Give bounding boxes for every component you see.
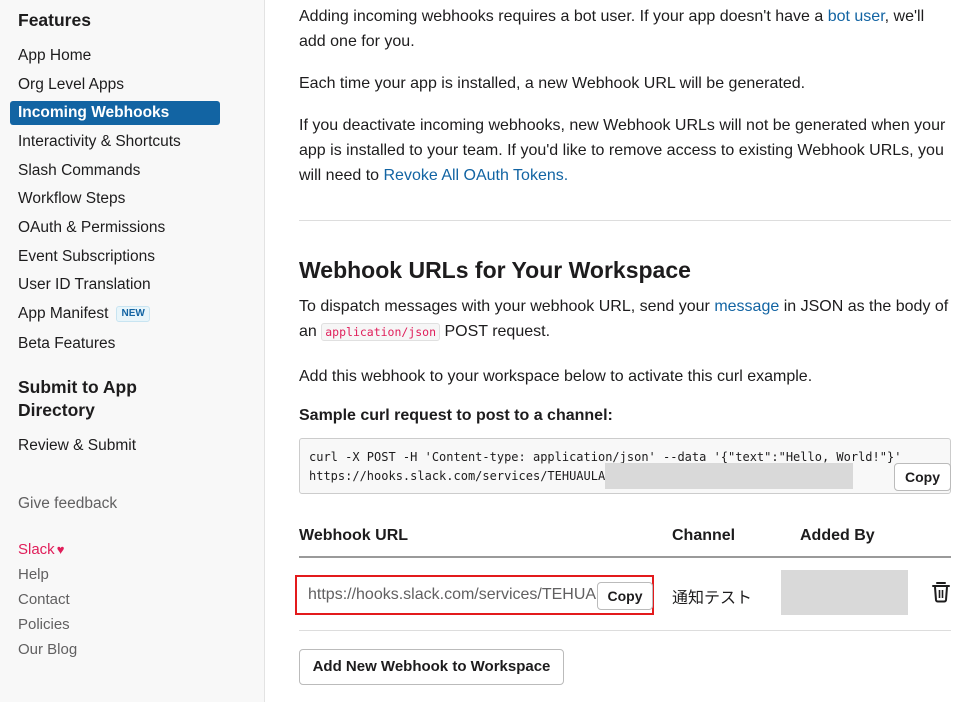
revoke-tokens-link[interactable]: Revoke All OAuth Tokens. (384, 167, 569, 184)
section-title: Webhook URLs for Your Workspace (299, 257, 691, 283)
sidebar-item-org-level-apps[interactable]: Org Level Apps (18, 75, 124, 95)
curl-line-2: https://hooks.slack.com/services/TEHUAUL… (309, 469, 620, 483)
activate-paragraph: Add this webhook to your workspace below… (299, 368, 813, 385)
sidebar-item-incoming-webhooks[interactable]: Incoming Webhooks (10, 101, 220, 125)
curl-code-block: curl -X POST -H 'Content-type: applicati… (299, 438, 951, 494)
sidebar-item-user-id-translation[interactable]: User ID Translation (18, 275, 151, 295)
intro-paragraph-bot-user: Adding incoming webhooks requires a bot … (299, 4, 951, 54)
sidebar-item-oauth[interactable]: OAuth & Permissions (18, 218, 165, 238)
slack-link[interactable]: Slack ♥ (18, 541, 64, 558)
trash-icon[interactable] (931, 580, 951, 604)
sample-curl-label: Sample curl request to post to a channel… (299, 407, 613, 424)
copy-curl-button[interactable]: Copy (894, 463, 951, 491)
features-heading: Features (18, 10, 91, 30)
sidebar-item-workflow-steps[interactable]: Workflow Steps (18, 189, 125, 209)
sidebar-item-interactivity[interactable]: Interactivity & Shortcuts (18, 132, 181, 152)
channel-cell: 通知テスト (672, 588, 753, 607)
intro-text: Adding incoming webhooks requires a bot … (299, 8, 828, 25)
dispatch-paragraph: To dispatch messages with your webhook U… (299, 294, 951, 345)
table-header-line (299, 556, 951, 558)
webhook-url-field[interactable]: https://hooks.slack.com/services/TEHUAUL… (295, 575, 654, 615)
intro-paragraph-new-url: Each time your app is installed, a new W… (299, 75, 806, 92)
sidebar-item-app-home[interactable]: App Home (18, 46, 91, 66)
message-link[interactable]: message (714, 298, 779, 315)
sidebar-item-review-submit[interactable]: Review & Submit (18, 436, 136, 456)
col-header-channel: Channel (672, 527, 736, 544)
sidebar-item-beta-features[interactable]: Beta Features (18, 334, 115, 354)
submit-heading: Submit to App Directory (18, 376, 137, 422)
sidebar: Features App Home Org Level Apps Incomin… (0, 0, 265, 702)
added-by-redacted (781, 570, 908, 615)
col-header-webhook-url: Webhook URL (299, 527, 409, 544)
curl-line-1: curl -X POST -H 'Content-type: applicati… (309, 450, 902, 464)
add-new-webhook-button[interactable]: Add New Webhook to Workspace (299, 649, 564, 685)
slack-label: Slack (18, 541, 55, 558)
contact-link[interactable]: Contact (18, 591, 70, 608)
intro-paragraph-deactivate: If you deactivate incoming webhooks, new… (299, 113, 951, 188)
heart-icon: ♥ (56, 542, 65, 557)
new-badge: NEW (116, 306, 150, 322)
submit-heading-line1: Submit to App (18, 377, 137, 397)
dispatch-text: To dispatch messages with your webhook U… (299, 298, 715, 315)
col-header-added-by: Added By (800, 527, 875, 544)
inline-code: application/json (321, 323, 441, 341)
sidebar-item-app-manifest[interactable]: App Manifest NEW (18, 304, 150, 324)
help-link[interactable]: Help (18, 566, 49, 583)
sidebar-item-event-subscriptions[interactable]: Event Subscriptions (18, 247, 155, 267)
copy-webhook-url-button[interactable]: Copy (597, 582, 653, 610)
webhook-url-text[interactable]: https://hooks.slack.com/services/TEHUAUL… (308, 586, 596, 604)
redacted-url-block (605, 463, 853, 489)
submit-heading-line2: Directory (18, 400, 95, 420)
dispatch-text-3: POST request. (440, 323, 551, 340)
give-feedback-link[interactable]: Give feedback (18, 495, 117, 513)
policies-link[interactable]: Policies (18, 616, 70, 633)
our-blog-link[interactable]: Our Blog (18, 641, 77, 658)
sidebar-item-label: App Manifest (18, 305, 109, 322)
sidebar-item-slash-commands[interactable]: Slash Commands (18, 161, 140, 181)
table-row-divider (299, 630, 951, 631)
bot-user-link[interactable]: bot user (828, 8, 885, 25)
section-divider (299, 220, 951, 221)
